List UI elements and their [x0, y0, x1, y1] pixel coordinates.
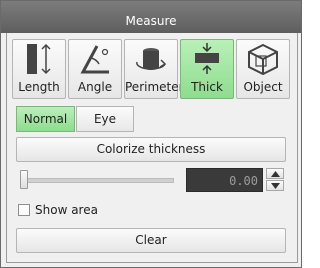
- length-tool-label: Length: [18, 80, 60, 94]
- angle-tool-label: Angle: [77, 80, 113, 94]
- tool-bar: Length Angle Perimeter Thick Object: [12, 39, 290, 99]
- perimeter-icon: [136, 48, 167, 70]
- object-tool-button[interactable]: Object: [236, 39, 290, 99]
- object-tool-label: Object: [243, 80, 283, 94]
- arrow-up-icon: [271, 171, 280, 177]
- window-title: Measure: [1, 1, 301, 33]
- clear-button[interactable]: Clear: [16, 228, 286, 253]
- angle-icon: [80, 45, 109, 74]
- thickness-icon: [195, 43, 219, 74]
- spin-down-button[interactable]: [266, 180, 284, 191]
- threshold-value-field[interactable]: 0.00: [186, 168, 263, 192]
- eye-mode-button[interactable]: Eye: [76, 106, 134, 132]
- thickness-tool-label: Thick: [191, 80, 223, 94]
- arrow-down-icon: [271, 183, 280, 189]
- thickness-tool-button[interactable]: Thick: [180, 39, 234, 99]
- threshold-slider-handle[interactable]: [20, 170, 28, 189]
- object-icon: [248, 43, 278, 76]
- spin-up-button[interactable]: [266, 168, 284, 179]
- threshold-slider-track[interactable]: [22, 178, 174, 183]
- perimeter-tool-label: Perimeter: [125, 80, 184, 94]
- show-area-label: Show area: [35, 203, 98, 217]
- length-tool-button[interactable]: Length: [12, 39, 66, 99]
- perimeter-tool-button[interactable]: Perimeter: [124, 39, 184, 99]
- normal-mode-button[interactable]: Normal: [16, 106, 75, 132]
- angle-tool-button[interactable]: Angle: [68, 39, 122, 99]
- show-area-checkbox[interactable]: [18, 204, 30, 216]
- colorize-thickness-button[interactable]: Colorize thickness: [16, 137, 286, 162]
- length-icon: [27, 43, 51, 75]
